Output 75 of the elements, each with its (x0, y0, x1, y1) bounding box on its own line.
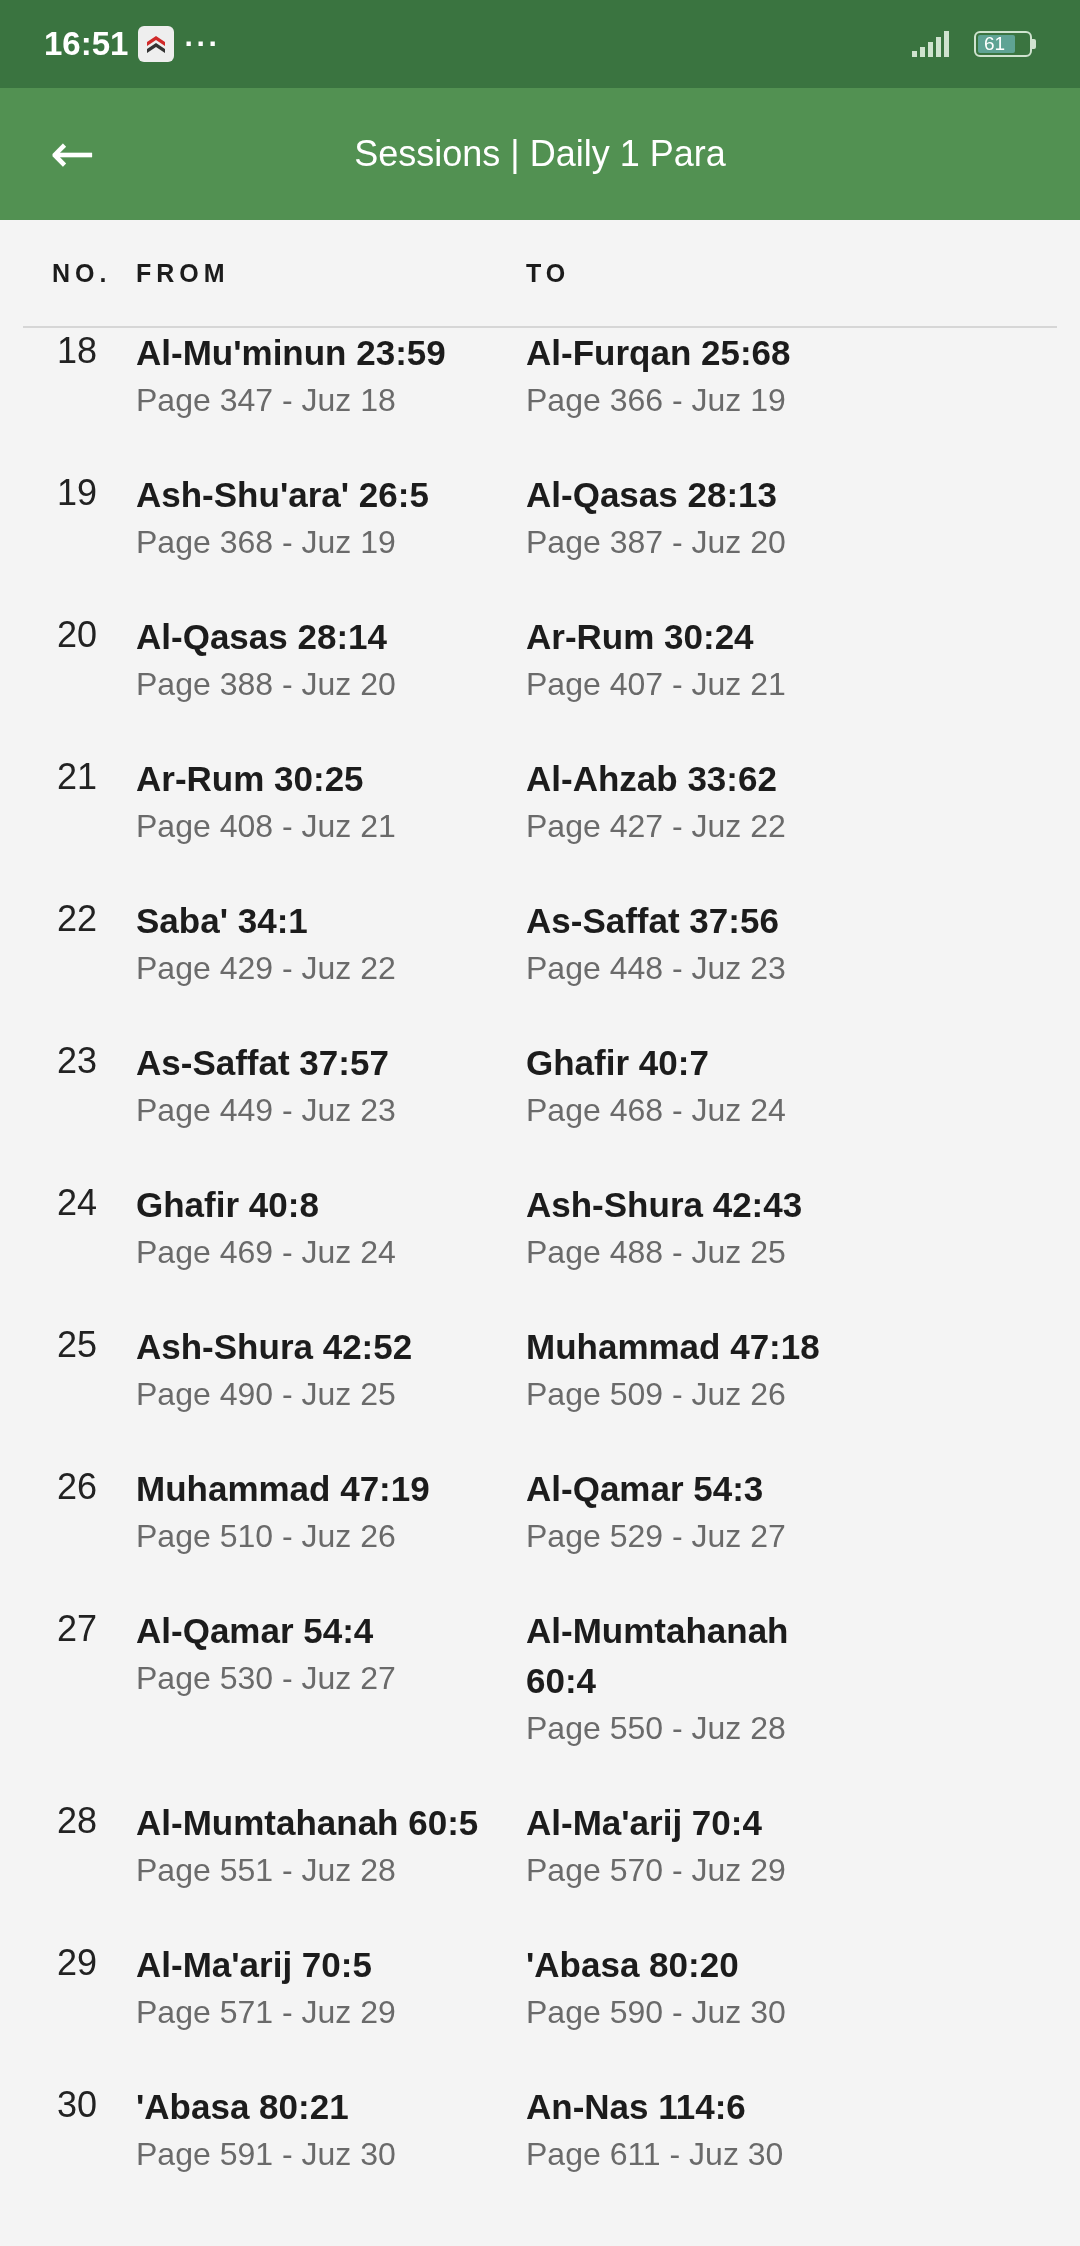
end-page: Page 468 - Juz 24 (526, 1091, 786, 1130)
session-number: 21 (57, 755, 98, 799)
end-page: Page 570 - Juz 29 (526, 1851, 786, 1890)
start-page: Page 571 - Juz 29 (136, 1993, 396, 2032)
session-number: 25 (57, 1323, 98, 1367)
session-number: 20 (57, 613, 98, 657)
end-verse: Al-Ahzab 33:62 (526, 758, 777, 800)
start-page: Page 469 - Juz 24 (136, 1233, 396, 1272)
end-page: Page 509 - Juz 26 (526, 1375, 786, 1414)
more-notifications: ··· (184, 27, 221, 61)
column-header: FROM (136, 258, 230, 288)
end-verse: As-Saffat 37:56 (526, 900, 779, 942)
session-number: 26 (57, 1465, 98, 1509)
session-number: 30 (57, 2083, 98, 2127)
start-verse: 'Abasa 80:21 (136, 2086, 349, 2128)
end-verse: Al-Qasas 28:13 (526, 474, 777, 516)
end-verse: Ghafir 40:7 (526, 1042, 709, 1084)
session-number: 24 (57, 1181, 98, 1225)
start-verse: Ash-Shu'ara' 26:5 (136, 474, 429, 516)
end-page: Page 550 - Juz 28 (526, 1709, 786, 1748)
start-verse: Ghafir 40:8 (136, 1184, 319, 1226)
start-page: Page 510 - Juz 26 (136, 1517, 396, 1556)
app-notification-icon (138, 26, 175, 62)
start-verse: Al-Mumtahanah 60:5 (136, 1802, 479, 1844)
session-number: 23 (57, 1039, 98, 1083)
end-verse: Muhammad 47:18 (526, 1326, 820, 1368)
start-page: Page 490 - Juz 25 (136, 1375, 396, 1414)
start-verse: Al-Ma'arij 70:5 (136, 1944, 372, 1986)
start-page: Page 591 - Juz 30 (136, 2135, 396, 2174)
session-number: 28 (57, 1799, 98, 1843)
start-verse: Ash-Shura 42:52 (136, 1326, 413, 1368)
end-page: Page 448 - Juz 23 (526, 949, 786, 988)
start-page: Page 530 - Juz 27 (136, 1659, 396, 1698)
start-page: Page 449 - Juz 23 (136, 1091, 396, 1130)
start-verse: As-Saffat 37:57 (136, 1042, 389, 1084)
end-page: Page 366 - Juz 19 (526, 381, 786, 420)
column-header: TO (526, 258, 571, 288)
end-page: Page 590 - Juz 30 (526, 1993, 786, 2032)
end-verse: Al-Mumtahanah 60:4 (526, 1610, 790, 1702)
end-page: Page 611 - Juz 30 (526, 2135, 784, 2174)
start-verse: Al-Qasas 28:14 (136, 616, 387, 658)
session-number: 19 (57, 471, 98, 515)
session-number: 29 (57, 1941, 98, 1985)
session-number: 27 (57, 1607, 98, 1651)
end-verse: Ash-Shura 42:43 (526, 1184, 803, 1226)
end-verse: An-Nas 114:6 (526, 2086, 746, 2128)
column-header: NO. (52, 258, 112, 288)
end-verse: Al-Qamar 54:3 (526, 1468, 764, 1510)
signal-icon (912, 31, 950, 57)
start-verse: Muhammad 47:19 (136, 1468, 430, 1510)
end-page: Page 488 - Juz 25 (526, 1233, 786, 1272)
start-page: Page 551 - Juz 28 (136, 1851, 396, 1890)
back-button[interactable]: ← (44, 124, 102, 184)
start-page: Page 408 - Juz 21 (136, 807, 396, 846)
start-page: Page 347 - Juz 18 (136, 381, 396, 420)
start-verse: Al-Qamar 54:4 (136, 1610, 374, 1652)
start-verse: Saba' 34:1 (136, 900, 308, 942)
clock: 16:51 (44, 25, 129, 63)
end-verse: 'Abasa 80:20 (526, 1944, 739, 1986)
end-page: Page 407 - Juz 21 (526, 665, 786, 704)
end-verse: Al-Ma'arij 70:4 (526, 1802, 762, 1844)
start-page: Page 388 - Juz 20 (136, 665, 396, 704)
start-page: Page 368 - Juz 19 (136, 523, 396, 562)
end-verse: Ar-Rum 30:24 (526, 616, 754, 658)
start-verse: Al-Mu'minun 23:59 (136, 332, 446, 374)
end-verse: Al-Furqan 25:68 (526, 332, 791, 374)
end-page: Page 529 - Juz 27 (526, 1517, 786, 1556)
session-number: 18 (57, 329, 98, 373)
session-number: 22 (57, 897, 98, 941)
screen-title: Sessions | Daily 1 Para (354, 133, 726, 175)
end-page: Page 387 - Juz 20 (526, 523, 786, 562)
start-page: Page 429 - Juz 22 (136, 949, 396, 988)
battery-indicator: 61 (974, 31, 1032, 57)
start-verse: Ar-Rum 30:25 (136, 758, 364, 800)
end-page: Page 427 - Juz 22 (526, 807, 786, 846)
